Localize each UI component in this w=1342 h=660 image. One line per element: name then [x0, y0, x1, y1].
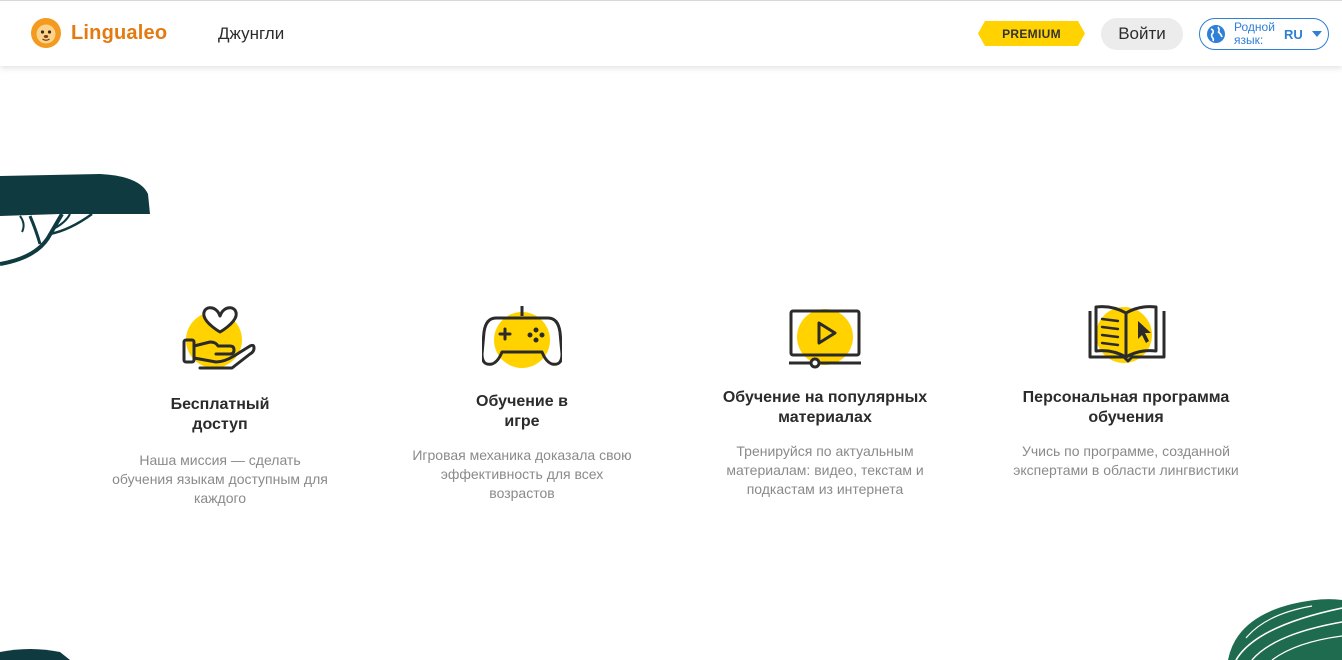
- logo-text: Lingualeo: [71, 21, 168, 44]
- gamepad-icon: [482, 306, 562, 368]
- feature-title: Персональная программа обучения: [1022, 389, 1230, 426]
- feature-description: Наша миссия — сделать обучения языкам до…: [112, 452, 328, 506]
- feature-popular-materials: Обучение на популярных материалах Тренир…: [712, 303, 938, 499]
- nav-jungle-link[interactable]: Джунгли: [218, 24, 284, 44]
- native-language-label: Родной язык:: [1234, 20, 1275, 47]
- video-monitor-icon: [789, 309, 861, 369]
- open-book-cursor-icon: [1088, 305, 1166, 363]
- lion-logo-icon: [31, 18, 61, 48]
- heart-in-hand-icon: [182, 306, 256, 370]
- feature-free-access: Бесплатный доступ Наша миссия — сделать …: [110, 302, 330, 508]
- feature-personal-program: Персональная программа обучения Учись по…: [1010, 303, 1242, 480]
- feature-title: Бесплатный доступ: [170, 396, 270, 433]
- feature-game-learning: Обучение в игре Игровая механика доказал…: [412, 304, 632, 503]
- native-language-select[interactable]: Родной язык: RU: [1199, 18, 1329, 50]
- login-button[interactable]: Войти: [1101, 18, 1183, 50]
- feature-description: Тренируйся по актуальным материалам: вид…: [726, 443, 924, 497]
- tree-decoration: [0, 174, 150, 266]
- logo-link[interactable]: Lingualeo: [30, 17, 167, 49]
- top-header: Lingualeo Джунгли PREMIUM Войти Родной я…: [0, 0, 1342, 66]
- globe-icon: [1207, 25, 1225, 43]
- native-language-value: RU: [1284, 26, 1303, 42]
- leaf-decoration: [0, 649, 70, 660]
- feature-title: Обучение в игре: [476, 393, 568, 430]
- feature-description: Игровая механика доказала свою эффективн…: [412, 447, 632, 501]
- premium-badge[interactable]: PREMIUM: [978, 21, 1085, 46]
- chevron-down-icon: [1311, 31, 1322, 37]
- feature-description: Учись по программе, созданной экспертами…: [1013, 443, 1239, 478]
- feature-title: Обучение на популярных материалах: [722, 389, 928, 426]
- palm-leaf-decoration: [1228, 599, 1342, 660]
